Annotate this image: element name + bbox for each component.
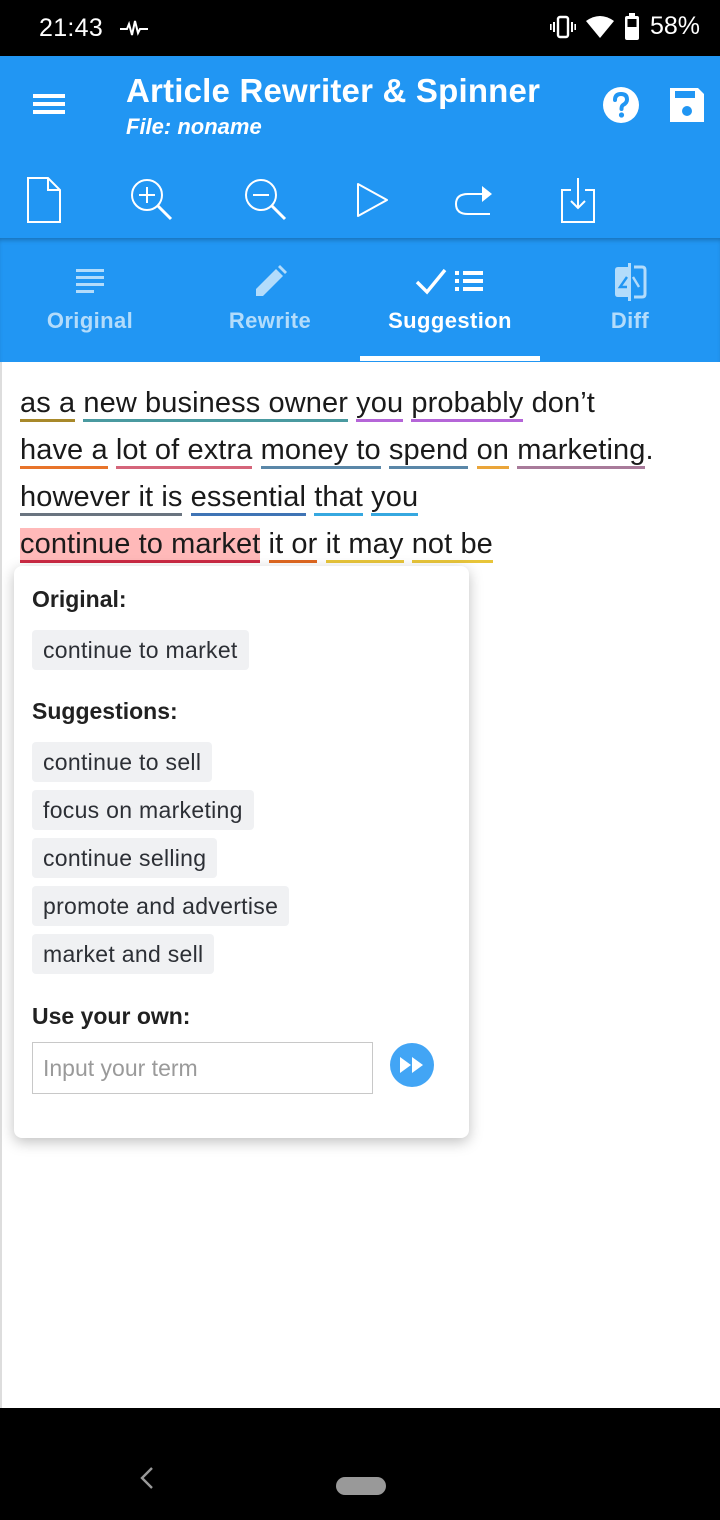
plain-text: [317, 528, 325, 560]
suggestion-chip[interactable]: continue selling: [32, 838, 218, 878]
plain-text: .: [645, 434, 654, 466]
suggestions-heading: Suggestions:: [32, 698, 178, 724]
check-list-icon: [415, 268, 483, 295]
tab-label: Rewrite: [228, 308, 312, 333]
download-icon: [561, 178, 595, 223]
battery-icon: [624, 12, 639, 40]
tab-label: Original: [46, 308, 134, 333]
suggestion-chip[interactable]: focus on marketing: [32, 790, 254, 830]
toolbar: [0, 168, 720, 232]
fast-forward-icon: [400, 1057, 423, 1073]
save-icon: [670, 88, 704, 122]
rewritable-phrase[interactable]: lot of extra: [115, 434, 253, 469]
vibrate-icon: [549, 15, 576, 38]
tab-rewrite[interactable]: Rewrite: [180, 238, 360, 362]
article-line: continue to market it or it may not be: [20, 521, 710, 568]
plain-text: [348, 387, 356, 419]
status-time: 21:43: [39, 14, 104, 42]
rewritable-phrase[interactable]: on: [476, 434, 510, 469]
activity-pulse-icon: [120, 20, 148, 36]
tab-bar: Original Rewrite Suggestion Diff: [0, 238, 720, 362]
rewritable-phrase[interactable]: money to: [260, 434, 381, 469]
own-term-input[interactable]: [32, 1042, 373, 1094]
tab-diff[interactable]: Diff: [540, 238, 720, 362]
article-line: have a lot of extra money to spend on ma…: [20, 427, 710, 474]
pencil-icon: [256, 265, 287, 296]
rewritable-phrase[interactable]: marketing: [517, 434, 646, 469]
article-line: however it is essential that you: [20, 474, 710, 521]
save-button[interactable]: [666, 84, 708, 126]
zoom-in-icon: [131, 179, 173, 221]
hamburger-menu-icon: [33, 94, 65, 114]
file-name: File: noname: [126, 114, 262, 139]
tab-suggestion[interactable]: Suggestion: [360, 238, 540, 362]
menu-button[interactable]: [24, 84, 74, 124]
home-pill[interactable]: [336, 1477, 386, 1495]
rewritable-phrase[interactable]: however it is: [20, 481, 183, 516]
tab-label: Diff: [610, 308, 650, 333]
original-phrase-chip: continue to market: [32, 630, 249, 670]
plain-text: don’t: [523, 387, 595, 419]
original-heading: Original:: [32, 586, 127, 612]
status-icons: 58%: [549, 12, 700, 41]
zoom-out-icon: [245, 179, 287, 221]
redo-icon: [454, 186, 492, 215]
app-title: Article Rewriter & Spinner: [126, 72, 541, 109]
app-bar: Article Rewriter & Spinner File: noname: [0, 56, 720, 238]
plain-text: [404, 528, 412, 560]
plain-text: [260, 528, 268, 560]
rewritable-phrase[interactable]: it or: [268, 528, 318, 563]
rewritable-phrase[interactable]: new business owner: [83, 387, 348, 422]
download-button[interactable]: [546, 168, 610, 232]
submit-own-term-button[interactable]: [390, 1043, 434, 1087]
rewritable-phrase[interactable]: spend: [388, 434, 469, 469]
rewritable-phrase[interactable]: not be: [411, 528, 493, 563]
battery-percent: 58%: [649, 12, 700, 40]
tab-label: Suggestion: [388, 308, 512, 333]
plain-text: [509, 434, 517, 466]
help-icon: [603, 87, 639, 123]
help-button[interactable]: [600, 84, 642, 126]
rewritable-phrase[interactable]: probably: [411, 387, 524, 422]
plain-text: [468, 434, 476, 466]
rewritable-phrase[interactable]: as a: [20, 387, 76, 422]
rewritable-phrase[interactable]: that: [314, 481, 363, 516]
zoom-out-button[interactable]: [234, 168, 298, 232]
rewritable-phrase[interactable]: essential: [190, 481, 307, 516]
play-icon: [357, 183, 388, 217]
suggestion-chip[interactable]: market and sell: [32, 934, 215, 974]
plain-text: [363, 481, 371, 513]
new-file-button[interactable]: [12, 168, 76, 232]
rewritable-phrase[interactable]: have a: [20, 434, 108, 469]
use-your-own-heading: Use your own:: [32, 1003, 191, 1029]
tab-original[interactable]: Original: [0, 238, 180, 362]
back-icon[interactable]: [136, 1464, 158, 1492]
suggestion-chip[interactable]: continue to sell: [32, 742, 213, 782]
suggestion-popup: Original: continue to market Suggestions…: [14, 566, 469, 1138]
article-text: as a new business owner you probably don…: [20, 380, 710, 568]
rewritable-phrase[interactable]: it may: [325, 528, 404, 563]
status-bar: 21:43 58%: [0, 0, 720, 56]
redo-button[interactable]: [442, 168, 506, 232]
wifi-icon: [585, 15, 614, 38]
plain-text: [252, 434, 260, 466]
plain-text: [108, 434, 116, 466]
system-nav-bar: [0, 1408, 720, 1520]
active-tab-indicator: [360, 356, 540, 361]
new-file-icon: [27, 177, 61, 223]
selected-phrase[interactable]: continue to market: [20, 528, 261, 563]
rewritable-phrase[interactable]: you: [356, 387, 404, 422]
play-button[interactable]: [340, 168, 404, 232]
article-line: as a new business owner you probably don…: [20, 380, 710, 427]
plain-text: [381, 434, 389, 466]
rewritable-phrase[interactable]: you: [371, 481, 419, 516]
plain-text: [306, 481, 314, 513]
plain-text: [182, 481, 190, 513]
zoom-in-button[interactable]: [120, 168, 184, 232]
diff-icon: [615, 263, 647, 301]
text-lines-icon: [76, 269, 104, 293]
suggestion-chip[interactable]: promote and advertise: [32, 886, 290, 926]
